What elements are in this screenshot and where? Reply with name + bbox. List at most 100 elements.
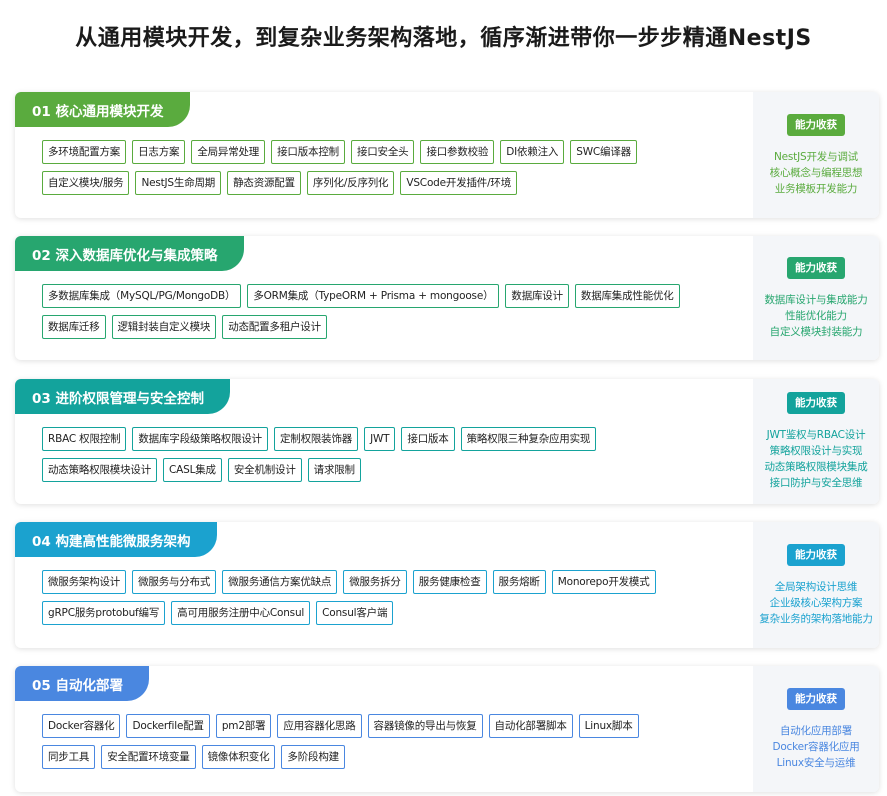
topic-tag: 数据库迁移 [42, 315, 106, 339]
topic-tag: CASL集成 [163, 458, 222, 482]
ability-item: 数据库设计与集成能力 [764, 293, 868, 306]
ability-panel: 能力收获 JWT鉴权与RBAC设计 策略权限设计与实现 动态策略权限模块集成 接口防护与… [753, 379, 879, 504]
topic-tag: 接口参数校验 [420, 140, 495, 164]
topic-tag: 镜像体积变化 [201, 745, 276, 769]
section-1: 01 核心通用模块开发多环境配置方案 日志方案 全局异常处理 接口版本控制 接口安全头接… [15, 92, 879, 218]
topic-tags: 微服务架构设计 微服务与分布式 微服务通信方案优缺点 微服务拆分 服务健康检查 服务熔断 M… [42, 570, 742, 632]
tag-row: RBAC 权限控制 数据库字段级策略权限设计 定制权限装饰器 JWT 接口版本 策略权限三… [42, 427, 742, 451]
topic-tag: 数据库字段级策略权限设计 [132, 427, 268, 451]
ability-item: 性能优化能力 [785, 309, 847, 322]
ability-panel: 能力收获数据库设计与集成能力 性能优化能力自定义模块封装能力 [753, 236, 879, 360]
ability-item: 企业级核心架构方案 [769, 596, 863, 609]
ability-badge: 能力收获 [787, 392, 845, 414]
topic-tag: 动态配置多租户设计 [222, 315, 327, 339]
topic-tag: Consul客户端 [316, 601, 394, 625]
topic-tag: 高可用服务注册中心Consul [171, 601, 311, 625]
topic-tags: RBAC 权限控制 数据库字段级策略权限设计 定制权限装饰器 JWT 接口版本 策略权限三… [42, 427, 742, 489]
ability-badge: 能力收获 [787, 256, 845, 279]
topic-tag: 微服务架构设计 [42, 570, 127, 594]
topic-tag: 安全配置环境变量 [101, 745, 196, 769]
tag-row: 自定义模块/服务 NestJS生命周期 静态资源配置 序列化/反序列化 VSCode开发… [42, 171, 742, 195]
section-5: 05 自动化部署 Docker容器化 Dockerfile配置 pm2部署 应用容器化思… [15, 666, 879, 792]
topic-tag: 序列化/反序列化 [306, 171, 395, 195]
topic-tag: 自定义模块/服务 [42, 171, 130, 195]
topic-tag: 请求限制 [307, 458, 361, 482]
ability-item: 策略权限设计与实现 [769, 445, 863, 457]
section-title: 04 构建高性能微服务架构 [15, 522, 217, 557]
topic-tag: RBAC 权限控制 [42, 427, 127, 451]
tag-row: 动态策略权限模块设计 CASL集成 安全机制设计 请求限制 [42, 458, 742, 482]
topic-tag: VSCode开发插件/环境 [400, 171, 518, 195]
topic-tag: 自动化部署脚本 [488, 714, 573, 738]
topic-tag: JWT [364, 427, 396, 451]
topic-tag: 多ORM集成（TypeORM + Prisma + mongoose） [247, 284, 500, 308]
topic-tag: 静态资源配置 [227, 171, 301, 195]
ability-item: Linux安全与运维 [776, 756, 856, 769]
ability-item: 接口防护与安全思维 [769, 477, 863, 489]
ability-panel: 能力收获全局架构设计思维 企业级核心架构方案 复杂业务的架构落地能力 [753, 522, 879, 648]
topic-tag: 多阶段构建 [281, 745, 345, 769]
topic-tag: DI依赖注入 [500, 140, 565, 164]
topic-tag: Linux脚本 [578, 714, 639, 738]
section-3: 03 进阶权限管理与安全控制 RBAC 权限控制 数据库字段级策略权限设计 定制权限装… [15, 379, 879, 504]
topic-tag: 数据库设计 [505, 284, 569, 308]
tag-row: gRPC服务protobuf编写 高可用服务注册中心Consul Consul客户端 [42, 601, 742, 625]
ability-item: 核心概念与编程思想 [769, 166, 863, 179]
topic-tag: 接口版本 [401, 427, 455, 451]
topic-tag: 应用容器化思路 [277, 714, 362, 738]
ability-item: JWT鉴权与RBAC设计 [766, 429, 866, 441]
ability-badge: 能力收获 [787, 687, 845, 710]
ability-item: NestJS开发与调试 [774, 150, 858, 163]
topic-tag: 接口版本控制 [271, 140, 345, 164]
ability-item: 自定义模块封装能力 [769, 325, 863, 338]
topic-tags: 多数据库集成（MySQL/PG/MongoDB） 多ORM集成（TypeORM +… [42, 284, 742, 346]
topic-tag: 定制权限装饰器 [273, 427, 359, 451]
tag-row: 微服务架构设计 微服务与分布式 微服务通信方案优缺点 微服务拆分 服务健康检查 服务熔断 M… [42, 570, 742, 594]
ability-badge: 能力收获 [787, 113, 845, 136]
topic-tag: 安全机制设计 [227, 458, 302, 482]
topic-tag: Docker容器化 [42, 714, 121, 738]
tag-row: 多数据库集成（MySQL/PG/MongoDB） 多ORM集成（TypeORM +… [42, 284, 742, 308]
section-title: 02 深入数据库优化与集成策略 [15, 236, 244, 271]
section-2: 02 深入数据库优化与集成策略多数据库集成（MySQL/PG/MongoDB）多… [15, 236, 879, 360]
tag-row: 多环境配置方案 日志方案 全局异常处理 接口版本控制 接口安全头 接口参数校验 DI依赖注入… [42, 140, 742, 164]
ability-badge: 能力收获 [787, 543, 845, 566]
ability-list: JWT鉴权与RBAC设计 策略权限设计与实现 动态策略权限模块集成 接口防护与安全思维 [765, 427, 868, 491]
topic-tag: 同步工具 [42, 745, 96, 769]
topic-tag: 微服务通信方案优缺点 [222, 570, 338, 594]
section-content: 02 深入数据库优化与集成策略多数据库集成（MySQL/PG/MongoDB）多… [15, 236, 753, 360]
topic-tag: 策略权限三种复杂应用实现 [460, 427, 597, 451]
topic-tag: 微服务拆分 [343, 570, 407, 594]
topic-tag: Monorepo开发模式 [551, 570, 656, 594]
ability-item: 动态策略权限模块集成 [764, 461, 868, 473]
tag-row: 数据库迁移 逻辑封装自定义模块 动态配置多租户设计 [42, 315, 742, 339]
topic-tag: Dockerfile配置 [126, 714, 210, 738]
topic-tag: 接口安全头 [350, 140, 415, 164]
topic-tag: 服务健康检查 [412, 570, 487, 594]
topic-tag: 服务熔断 [492, 570, 546, 594]
ability-item: 自动化应用部署 [779, 724, 853, 737]
topic-tag: 日志方案 [132, 140, 186, 164]
ability-list: 数据库设计与集成能力 性能优化能力自定义模块封装能力 [765, 292, 868, 340]
topic-tags: Docker容器化 Dockerfile配置 pm2部署 应用容器化思路 容器镜像的导出… [42, 714, 742, 776]
topic-tag: SWC编译器 [570, 140, 637, 164]
page-title: 从通用模块开发，到复杂业务架构落地，循序渐进带你一步步精通NestJS [75, 26, 812, 51]
ability-panel: 能力收获 NestJS开发与调试 核心概念与编程思想 业务模板开发能力 [753, 92, 879, 218]
ability-item: Docker容器化应用 [772, 740, 860, 753]
topic-tags: 多环境配置方案 日志方案 全局异常处理 接口版本控制 接口安全头 接口参数校验 DI依赖注入… [42, 140, 742, 202]
topic-tag: 逻辑封装自定义模块 [111, 315, 217, 339]
section-title: 03 进阶权限管理与安全控制 [15, 379, 230, 414]
section-title: 05 自动化部署 [15, 666, 149, 701]
ability-list: NestJS开发与调试 核心概念与编程思想 业务模板开发能力 [770, 149, 863, 197]
tag-row: 同步工具 安全配置环境变量 镜像体积变化 多阶段构建 [42, 745, 742, 769]
section-title: 01 核心通用模块开发 [15, 92, 190, 127]
ability-item: 业务模板开发能力 [774, 182, 858, 195]
ability-list: 自动化应用部署 Docker容器化应用 Linux安全与运维 [772, 723, 859, 771]
section-content: 04 构建高性能微服务架构微服务架构设计 微服务与分布式 微服务通信方案优缺点 微服务… [15, 522, 753, 648]
ability-item: 全局架构设计思维 [774, 580, 858, 593]
topic-tag: 全局异常处理 [191, 140, 266, 164]
section-content: 05 自动化部署 Docker容器化 Dockerfile配置 pm2部署 应用容器化思… [15, 666, 753, 792]
topic-tag: 多数据库集成（MySQL/PG/MongoDB） [42, 284, 242, 308]
ability-list: 全局架构设计思维 企业级核心架构方案 复杂业务的架构落地能力 [759, 579, 873, 627]
section-4: 04 构建高性能微服务架构微服务架构设计 微服务与分布式 微服务通信方案优缺点 微服务… [15, 522, 879, 648]
